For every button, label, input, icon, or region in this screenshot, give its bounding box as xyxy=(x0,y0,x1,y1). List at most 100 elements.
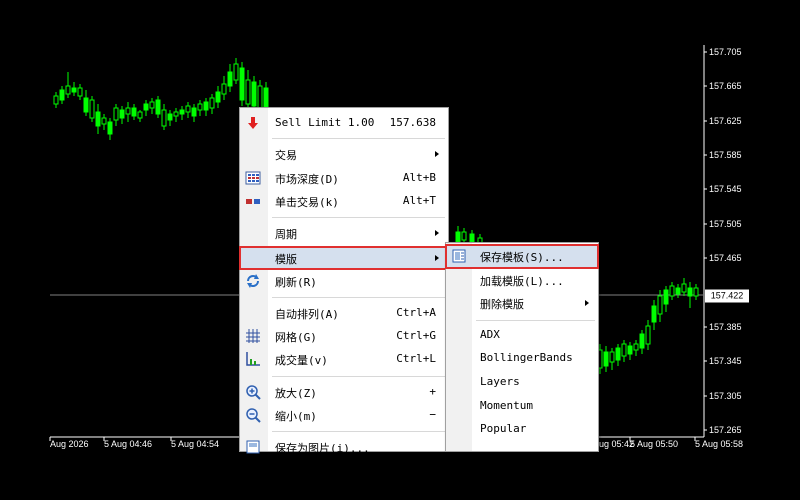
menu-separator xyxy=(272,431,445,432)
menu-item-grid[interactable]: 网格(G) Ctrl+G xyxy=(240,325,448,347)
menu-item-template-momentum[interactable]: Momentum xyxy=(446,395,598,417)
save-picture-icon xyxy=(246,440,260,454)
price-axis-label: 157.705 xyxy=(709,47,742,57)
menu-item-load-template[interactable]: 加载模版(L)... xyxy=(446,269,598,291)
candle-body xyxy=(221,83,227,95)
menu-item-label: BollingerBands xyxy=(480,351,573,364)
menu-item-shortcut: Alt+B xyxy=(402,171,436,184)
price-axis-label: 157.625 xyxy=(709,116,742,126)
candle-body xyxy=(89,99,95,119)
menu-item-sell-limit[interactable]: Sell Limit 1.00 157.638 xyxy=(240,112,448,134)
price-axis-label: 157.265 xyxy=(709,425,742,435)
menu-item-save-template[interactable]: 保存模板(S)... xyxy=(445,244,599,269)
menu-item-zoom-in[interactable]: 放大(Z) + xyxy=(240,381,448,403)
menu-item-templates[interactable]: 模版 xyxy=(239,246,449,270)
candle-body xyxy=(227,71,233,87)
candle-body xyxy=(65,85,71,95)
menu-item-trading[interactable]: 交易 xyxy=(240,143,448,165)
menu-item-label: 成交量(v) xyxy=(275,354,328,367)
menu-item-template-layers[interactable]: Layers xyxy=(446,371,598,393)
menu-item-refresh[interactable]: 刷新(R) xyxy=(240,270,448,292)
candle-body xyxy=(651,305,657,323)
candle-body xyxy=(71,87,77,93)
menu-item-shortcut: Ctrl+A xyxy=(396,306,436,319)
menu-item-volumes[interactable]: 成交量(v) Ctrl+L xyxy=(240,348,448,370)
candle-body xyxy=(239,67,245,101)
depth-of-market-icon xyxy=(245,171,261,185)
submenu-arrow-icon xyxy=(435,151,439,157)
candle-body xyxy=(251,81,257,107)
candle-body xyxy=(161,109,167,127)
menu-item-label: ADX xyxy=(480,328,500,341)
menu-item-price: 157.638 xyxy=(389,116,436,129)
menu-item-template-popular[interactable]: Popular xyxy=(446,418,598,440)
menu-item-label: 周期 xyxy=(275,228,297,241)
candle-body xyxy=(663,289,669,305)
candle-body xyxy=(603,351,609,367)
time-axis-label: Aug 2026 xyxy=(50,439,89,449)
grid-icon xyxy=(246,329,260,343)
save-template-icon xyxy=(452,249,466,263)
price-axis-label: 157.585 xyxy=(709,150,742,160)
menu-item-shortcut: Alt+T xyxy=(402,194,436,207)
menu-item-auto-arrange[interactable]: 自动排列(A) Ctrl+A xyxy=(240,302,448,324)
candle-body xyxy=(83,97,89,113)
menu-item-label: Momentum xyxy=(480,399,533,412)
menu-item-label: 删除模版 xyxy=(480,298,524,311)
candle-body xyxy=(185,105,191,113)
price-axis-label: 157.465 xyxy=(709,253,742,263)
candle-body xyxy=(627,345,633,355)
candle-body xyxy=(119,109,125,119)
current-price-label: 157.422 xyxy=(705,289,749,303)
menu-item-remove-template[interactable]: 删除模版 xyxy=(446,292,598,314)
submenu-arrow-icon xyxy=(435,255,439,261)
zoom-out-icon xyxy=(246,408,261,423)
candle-body xyxy=(687,287,693,297)
menu-item-zoom-out[interactable]: 缩小(m) − xyxy=(240,404,448,426)
price-axis-label: 157.505 xyxy=(709,219,742,229)
menu-item-timeframes[interactable]: 周期 xyxy=(240,222,448,244)
menu-item-label: 加载模版(L)... xyxy=(480,275,564,288)
candle-body xyxy=(681,283,687,293)
candle-body xyxy=(143,103,149,111)
candle-body xyxy=(245,79,251,105)
price-axis-label: 157.385 xyxy=(709,322,742,332)
candle-body xyxy=(197,103,203,111)
menu-item-label: Popular xyxy=(480,422,527,435)
menu-item-save-as-picture[interactable]: 保存为图片(i)... xyxy=(240,436,448,458)
menu-item-label: 市场深度(D) xyxy=(275,173,339,186)
candle-body xyxy=(113,107,119,121)
submenu-arrow-icon xyxy=(585,300,589,306)
candle-body xyxy=(173,111,179,117)
candle-body xyxy=(609,351,615,363)
menu-item-label: 保存模板(S)... xyxy=(480,251,564,264)
candle-body xyxy=(669,285,675,297)
menu-item-depth-of-market[interactable]: 市场深度(D) Alt+B xyxy=(240,167,448,189)
submenu-arrow-icon xyxy=(435,230,439,236)
menu-item-label: Sell Limit 1.00 xyxy=(275,116,375,129)
menu-separator xyxy=(272,376,445,377)
menu-item-label: 自动排列(A) xyxy=(275,308,339,321)
menu-item-template-adx[interactable]: ADX xyxy=(446,324,598,346)
candle-body xyxy=(137,111,143,119)
menu-item-shortcut: + xyxy=(429,385,436,398)
price-axis-label: 157.665 xyxy=(709,81,742,91)
candle-body xyxy=(657,295,663,315)
menu-item-shortcut: Ctrl+G xyxy=(396,329,436,342)
menu-item-shortcut: Ctrl+L xyxy=(396,352,436,365)
menu-item-label: 网格(G) xyxy=(275,331,317,344)
candle-body xyxy=(149,101,155,109)
menu-item-template-bollinger[interactable]: BollingerBands xyxy=(446,347,598,369)
candle-body xyxy=(633,343,639,351)
candle-body xyxy=(693,287,699,297)
candle-body xyxy=(155,99,161,115)
menu-separator xyxy=(272,297,445,298)
menu-item-shortcut: − xyxy=(429,408,436,421)
time-axis-label: 5 Aug 04:54 xyxy=(171,439,220,449)
candle-body xyxy=(675,287,681,295)
candle-body xyxy=(461,231,467,241)
one-click-trading-icon xyxy=(246,199,260,204)
menu-item-label: 刷新(R) xyxy=(275,276,317,289)
menu-item-one-click-trading[interactable]: 单击交易(k) Alt+T xyxy=(240,190,448,212)
candle-body xyxy=(167,113,173,121)
